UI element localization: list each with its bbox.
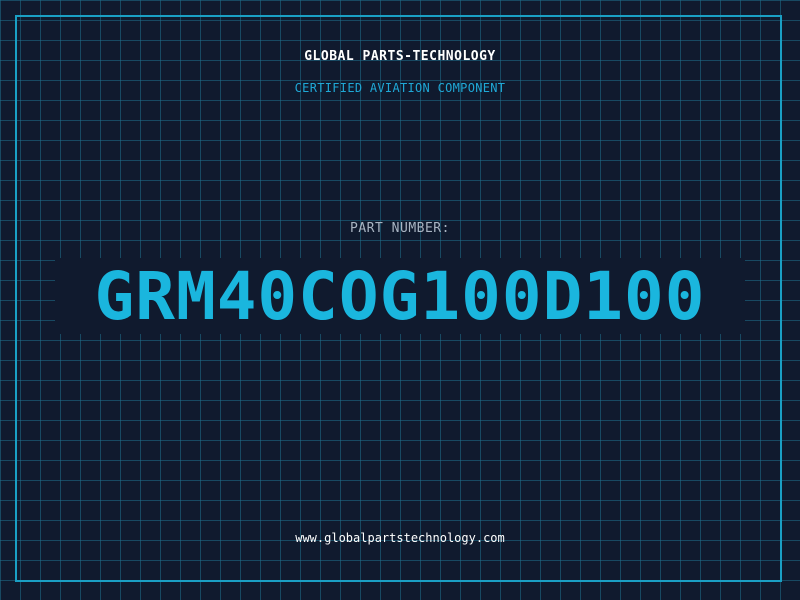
tagline: CERTIFIED AVIATION COMPONENT bbox=[294, 81, 506, 95]
part-number-value: GRM40COG100D100 bbox=[94, 258, 706, 335]
brand-name: GLOBAL PARTS-TECHNOLOGY bbox=[304, 49, 496, 64]
part-number-label: PART NUMBER: bbox=[350, 221, 450, 236]
page-canvas: GLOBAL PARTS-TECHNOLOGY CERTIFIED AVIATI… bbox=[0, 0, 800, 600]
website-url: www.globalpartstechnology.com bbox=[295, 531, 505, 545]
